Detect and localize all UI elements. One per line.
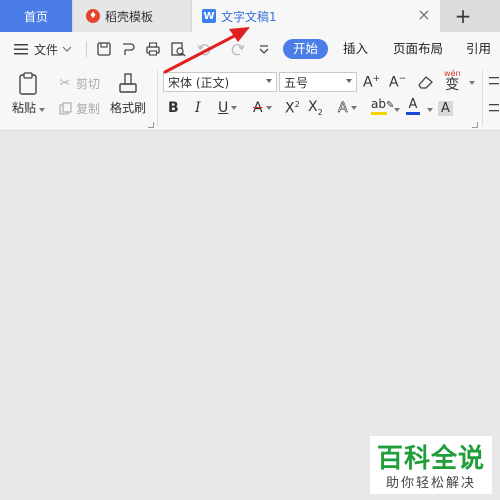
font-size-value: 五号 xyxy=(284,75,309,90)
highlighter-icon: ab✎ xyxy=(371,97,395,112)
grow-font-icon: A+ xyxy=(363,73,381,91)
char-shading-button[interactable]: A xyxy=(438,98,453,118)
eraser-icon xyxy=(418,76,433,89)
bold-icon: B xyxy=(168,100,179,116)
tab-templates-label: 稻壳模板 xyxy=(105,9,154,24)
file-menu-label: 文件 xyxy=(34,42,59,57)
text-effect-button[interactable]: A xyxy=(338,98,357,118)
underline-button[interactable]: U xyxy=(218,98,238,118)
subscript-icon: X2 xyxy=(308,99,323,117)
font-color-bar xyxy=(406,112,420,115)
wps-writer-icon: W xyxy=(202,9,216,23)
ribbon-tab-page-layout[interactable]: 页面布局 xyxy=(393,39,443,59)
strikethrough-button[interactable]: A xyxy=(253,98,272,118)
italic-icon: I xyxy=(195,100,201,116)
text-effect-icon: A xyxy=(338,100,348,117)
font-size-select[interactable]: 五号 xyxy=(279,72,357,92)
close-tab-icon[interactable]: × xyxy=(417,7,431,23)
output-pdf-icon[interactable] xyxy=(120,41,136,57)
bold-button[interactable]: B xyxy=(168,98,179,118)
clipboard-group-launcher[interactable] xyxy=(148,122,154,128)
hamburger-icon xyxy=(14,44,28,55)
new-tab-button[interactable]: + xyxy=(452,6,474,26)
watermark-title: 百科全说 xyxy=(376,444,485,474)
tab-document[interactable]: W 文字文稿1 × xyxy=(192,0,440,32)
chevron-down-icon xyxy=(62,46,72,52)
clipboard-icon xyxy=(18,72,37,95)
highlight-button[interactable]: ab✎ xyxy=(371,98,394,118)
tab-document-label: 文字文稿1 xyxy=(221,9,277,24)
highlight-color-bar xyxy=(371,112,387,115)
numbering-button[interactable] xyxy=(488,98,500,118)
paste-label: 粘贴 xyxy=(12,99,46,116)
clear-format-button[interactable] xyxy=(416,72,434,92)
phonetic-char: 变 xyxy=(445,77,460,93)
scissors-icon: ✂ xyxy=(59,75,71,91)
phonetic-guide-button[interactable]: wén 变 xyxy=(444,70,461,93)
shrink-font-icon: A− xyxy=(389,73,407,91)
font-color-button[interactable]: A xyxy=(406,98,420,118)
quick-access-bar: 文件 开始 插入 页面布局 引用 xyxy=(0,32,500,66)
divider xyxy=(157,70,158,126)
divider xyxy=(86,41,87,57)
tab-home-label: 首页 xyxy=(23,9,48,24)
font-name-value: 宋体 (正文) xyxy=(168,75,230,90)
ribbon-tab-home[interactable]: 开始 xyxy=(283,39,329,59)
bullets-button[interactable] xyxy=(488,72,500,92)
subscript-button[interactable]: X2 xyxy=(308,98,323,118)
file-menu[interactable]: 文件 xyxy=(14,32,72,66)
tab-home[interactable]: 首页 xyxy=(0,0,72,32)
divider xyxy=(482,70,483,126)
char-shading-icon: A xyxy=(438,100,453,116)
font-name-select[interactable]: 宋体 (正文) xyxy=(163,72,277,92)
superscript-icon: X2 xyxy=(285,99,300,117)
copy-button[interactable]: 复制 xyxy=(58,100,100,117)
watermark-logo: 百科全说 助你轻松解决 xyxy=(370,436,492,494)
shrink-font-button[interactable]: A− xyxy=(389,72,406,92)
ribbon-tab-references[interactable]: 引用 xyxy=(466,39,491,59)
format-painter-label: 格式刷 xyxy=(110,101,147,115)
numbered-list-icon xyxy=(489,104,499,112)
save-icon[interactable] xyxy=(96,41,112,57)
copy-label: 复制 xyxy=(76,102,101,116)
font-color-icon: A xyxy=(408,97,418,112)
watermark-subtitle: 助你轻松解决 xyxy=(385,476,476,491)
tab-templates[interactable]: ♦ 稻壳模板 xyxy=(74,0,190,32)
tab-bar: 首页 ♦ 稻壳模板 W 文字文稿1 × + xyxy=(0,0,500,32)
print-preview-icon[interactable] xyxy=(170,41,186,57)
chevron-down-icon[interactable] xyxy=(469,81,475,85)
chevron-down-icon xyxy=(266,79,272,83)
chevron-down-icon[interactable] xyxy=(427,108,433,112)
chevron-down-icon xyxy=(346,79,352,83)
underline-icon: U xyxy=(218,100,229,116)
customize-toolbar-icon[interactable] xyxy=(256,41,272,57)
strikethrough-icon: A xyxy=(253,100,263,116)
copy-icon xyxy=(58,101,72,116)
cut-label: 剪切 xyxy=(76,77,101,91)
italic-button[interactable]: I xyxy=(195,98,201,118)
paste-button[interactable]: 粘贴 xyxy=(12,72,46,116)
superscript-button[interactable]: X2 xyxy=(285,98,300,118)
daoke-logo-icon: ♦ xyxy=(86,9,100,23)
bullet-list-icon xyxy=(489,77,499,85)
redo-icon[interactable] xyxy=(230,41,246,57)
chevron-down-icon[interactable] xyxy=(394,108,400,112)
print-icon[interactable] xyxy=(145,41,161,57)
ribbon-tab-insert[interactable]: 插入 xyxy=(343,39,368,59)
font-group-launcher[interactable] xyxy=(472,122,478,128)
cut-button[interactable]: ✂ 剪切 xyxy=(58,75,100,92)
ribbon-home: 粘贴 ✂ 剪切 复制 格式刷 宋体 (正文) 五号 A+ A− wén 变 B … xyxy=(0,66,500,131)
undo-icon[interactable] xyxy=(196,41,212,57)
grow-font-button[interactable]: A+ xyxy=(363,72,380,92)
format-painter-button[interactable]: 格式刷 xyxy=(110,72,146,116)
format-painter-icon xyxy=(119,73,137,93)
